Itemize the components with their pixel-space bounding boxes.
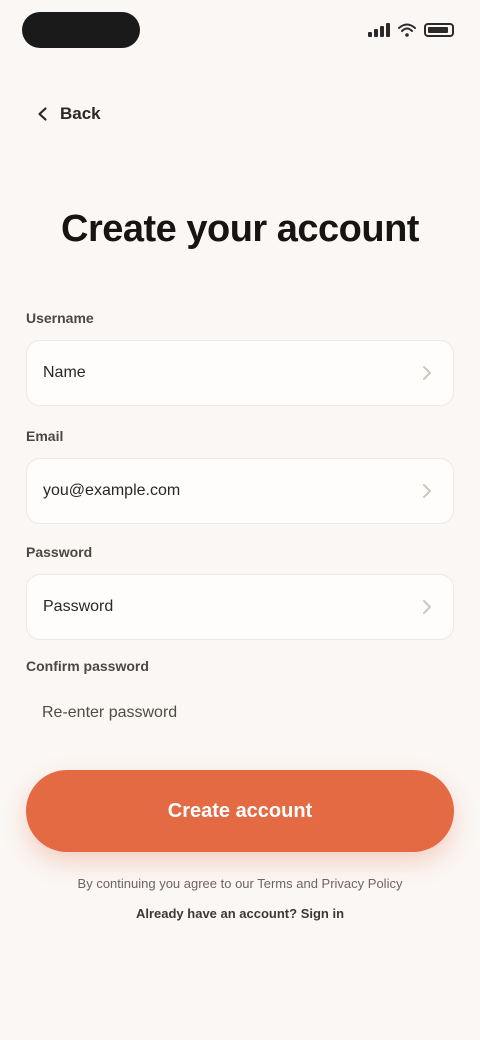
- email-field-group: Email you@example.com: [26, 428, 454, 524]
- email-value: you@example.com: [43, 482, 181, 499]
- username-value: Name: [43, 364, 86, 381]
- confirm-password-value: Re-enter password: [42, 704, 178, 721]
- dynamic-island: [22, 12, 140, 48]
- sign-in-link[interactable]: Already have an account? Sign in: [28, 904, 452, 924]
- password-value: Password: [43, 598, 114, 615]
- username-field-group: Username Name: [26, 310, 454, 406]
- status-bar: [0, 0, 480, 64]
- confirm-password-label: Confirm password: [26, 658, 149, 674]
- chevron-right-icon: [423, 484, 431, 498]
- confirm-password-field-group: Confirm password Re-enter password: [26, 658, 454, 738]
- chevron-right-icon: [423, 366, 431, 380]
- back-label: Back: [60, 104, 101, 123]
- username-label: Username: [26, 310, 94, 326]
- password-input[interactable]: Password: [26, 574, 454, 640]
- signal-icon: [368, 23, 390, 37]
- confirm-password-input[interactable]: Re-enter password: [26, 688, 454, 738]
- terms-line: By continuing you agree to our Terms and…: [77, 876, 403, 891]
- password-field-group: Password Password: [26, 544, 454, 640]
- email-label: Email: [26, 428, 64, 444]
- page-title: Create your account: [61, 208, 419, 250]
- battery-icon: [424, 23, 454, 37]
- create-account-button[interactable]: Create account: [26, 770, 454, 852]
- chevron-left-icon: [38, 107, 47, 121]
- username-input[interactable]: Name: [26, 340, 454, 406]
- chevron-right-icon: [423, 600, 431, 614]
- status-icons: [358, 22, 454, 38]
- password-label: Password: [26, 544, 93, 560]
- legal-text: By continuing you agree to our Terms and…: [28, 874, 452, 924]
- email-input[interactable]: you@example.com: [26, 458, 454, 524]
- back-button[interactable]: Back: [34, 98, 101, 130]
- wifi-icon: [398, 23, 416, 37]
